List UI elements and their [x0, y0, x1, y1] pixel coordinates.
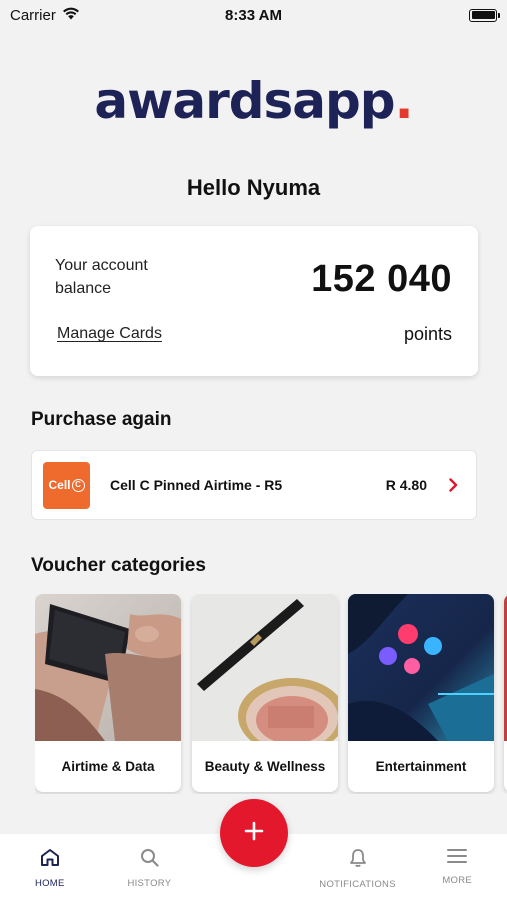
battery-icon — [469, 8, 500, 22]
status-left: Carrier — [10, 7, 80, 24]
category-card-airtime[interactable]: Airtime & Data — [35, 594, 181, 792]
purchase-item-name: Cell C Pinned Airtime - R5 — [110, 477, 283, 493]
category-card-beauty[interactable]: Beauty & Wellness — [192, 594, 338, 792]
cell-c-logo-mark: C — [71, 478, 85, 492]
nav-more-label: MORE — [442, 875, 473, 886]
balance-card: Your account balance 152 040 Manage Card… — [30, 226, 478, 376]
voucher-categories-title: Voucher categories — [31, 555, 206, 576]
phone-hands-photo — [35, 594, 181, 741]
nav-history-label: HISTORY — [127, 878, 172, 889]
chevron-right-icon — [449, 478, 458, 492]
cell-c-logo: Cell C — [43, 461, 90, 509]
nav-more[interactable]: MORE — [407, 834, 507, 886]
category-label: Entertainment — [375, 759, 467, 774]
manage-cards-link[interactable]: Manage Cards — [57, 325, 162, 343]
purchase-again-title: Purchase again — [31, 409, 172, 430]
cell-c-logo-text: Cell — [48, 478, 71, 492]
home-icon — [40, 848, 60, 872]
nav-home-label: HOME — [34, 878, 65, 889]
nav-notifications-label: NOTIFICATIONS — [319, 879, 396, 890]
wifi-icon — [62, 7, 80, 24]
cosmetics-photo — [192, 594, 338, 741]
search-icon — [140, 848, 159, 872]
nav-notifications[interactable]: NOTIFICATIONS — [308, 834, 408, 890]
nav-history[interactable]: HISTORY — [100, 834, 200, 889]
logo-dot: . — [394, 72, 414, 130]
menu-icon — [447, 848, 468, 869]
purchase-item-price: R 4.80 — [385, 477, 427, 493]
game-controller-photo — [348, 594, 494, 741]
points-label: points — [403, 324, 452, 344]
app-logo: awardsapp. — [0, 72, 507, 130]
category-card-entertainment[interactable]: Entertainment — [348, 594, 494, 792]
balance-label: Your account balance — [55, 257, 148, 297]
plus-icon — [244, 821, 264, 846]
bell-icon — [349, 848, 367, 873]
voucher-categories-list: Airtime & Data Beauty & Wellness Enterta… — [35, 594, 507, 794]
category-label: Beauty & Wellness — [204, 759, 326, 774]
carrier-label: Carrier — [10, 6, 56, 24]
balance-value: 152 040 — [311, 258, 452, 300]
status-bar: Carrier 8:33 AM — [0, 0, 507, 30]
greeting: Hello Nyuma — [186, 175, 321, 200]
purchase-again-item[interactable]: Cell C Cell C Pinned Airtime - R5 R 4.80 — [31, 450, 477, 520]
nav-home[interactable]: HOME — [0, 834, 100, 889]
logo-text: awardsapp — [94, 72, 395, 130]
category-label: Airtime & Data — [61, 759, 155, 774]
add-button[interactable] — [220, 799, 288, 867]
